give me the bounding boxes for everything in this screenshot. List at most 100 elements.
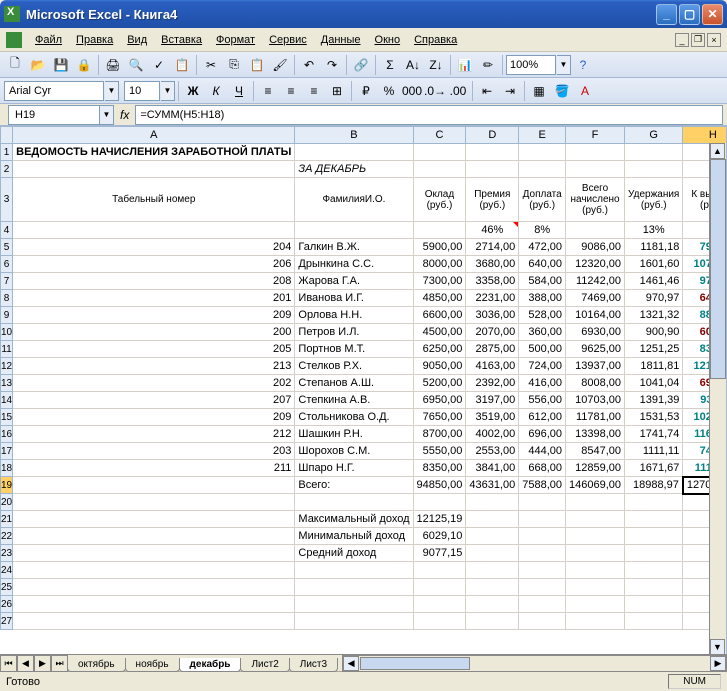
- cell[interactable]: [295, 562, 413, 579]
- cell[interactable]: [413, 613, 466, 630]
- header-cell[interactable]: H: [683, 127, 727, 144]
- cell[interactable]: [519, 545, 566, 562]
- cell[interactable]: [566, 494, 625, 511]
- cell[interactable]: 205: [13, 341, 295, 358]
- cell[interactable]: [566, 222, 625, 239]
- cell[interactable]: Средний доход: [295, 545, 413, 562]
- cell[interactable]: 4002,00: [466, 426, 519, 443]
- header-cell[interactable]: 11: [1, 341, 13, 358]
- cell[interactable]: 203: [13, 443, 295, 460]
- cell[interactable]: [566, 613, 625, 630]
- cell[interactable]: 1811,81: [625, 358, 683, 375]
- cell[interactable]: 388,00: [519, 290, 566, 307]
- cell[interactable]: 1251,25: [625, 341, 683, 358]
- font-name-combo[interactable]: Arial Cyr: [4, 81, 104, 101]
- cell[interactable]: [466, 161, 519, 178]
- cell[interactable]: 528,00: [519, 307, 566, 324]
- header-cell[interactable]: G: [625, 127, 683, 144]
- fill-color-button[interactable]: 🪣: [551, 80, 573, 102]
- cell[interactable]: 6029,10: [413, 528, 466, 545]
- header-cell[interactable]: 21: [1, 511, 13, 528]
- mdi-minimize[interactable]: _: [675, 33, 689, 47]
- currency-button[interactable]: ₽: [355, 80, 377, 102]
- cell[interactable]: 201: [13, 290, 295, 307]
- sort-desc-button[interactable]: Z↓: [425, 54, 447, 76]
- cell[interactable]: [466, 596, 519, 613]
- cell[interactable]: 360,00: [519, 324, 566, 341]
- cell[interactable]: [625, 144, 683, 161]
- cell[interactable]: 13937,00: [566, 358, 625, 375]
- fx-icon[interactable]: fx: [120, 108, 129, 122]
- hscroll-thumb[interactable]: [360, 657, 470, 670]
- cell[interactable]: 8700,00: [413, 426, 466, 443]
- cell[interactable]: Премия (руб.): [466, 178, 519, 222]
- scroll-left-button[interactable]: ◀: [343, 656, 359, 671]
- cell[interactable]: [625, 562, 683, 579]
- redo-button[interactable]: ↷: [321, 54, 343, 76]
- minimize-button[interactable]: _: [656, 4, 677, 25]
- format-painter-button[interactable]: 🖌: [269, 54, 291, 76]
- menu-format[interactable]: Формат: [209, 31, 262, 49]
- menu-view[interactable]: Вид: [120, 31, 154, 49]
- menu-insert[interactable]: Вставка: [154, 31, 209, 49]
- spell-button[interactable]: ✓: [148, 54, 170, 76]
- cell[interactable]: [413, 562, 466, 579]
- maximize-button[interactable]: ▢: [679, 4, 700, 25]
- cell[interactable]: 9050,00: [413, 358, 466, 375]
- cell[interactable]: [413, 596, 466, 613]
- cell[interactable]: 1391,39: [625, 392, 683, 409]
- cell[interactable]: 18988,97: [625, 477, 683, 494]
- menu-help[interactable]: Справка: [407, 31, 464, 49]
- cell[interactable]: 3519,00: [466, 409, 519, 426]
- header-cell[interactable]: 9: [1, 307, 13, 324]
- cell[interactable]: ФамилияИ.О.: [295, 178, 413, 222]
- cell[interactable]: 7300,00: [413, 273, 466, 290]
- cell[interactable]: 472,00: [519, 239, 566, 256]
- cell[interactable]: 1041,04: [625, 375, 683, 392]
- cell[interactable]: 8008,00: [566, 375, 625, 392]
- cell[interactable]: [519, 528, 566, 545]
- chart-button[interactable]: 📊: [454, 54, 476, 76]
- cell[interactable]: 8000,00: [413, 256, 466, 273]
- vertical-scrollbar[interactable]: ▲ ▼: [709, 143, 726, 654]
- underline-button[interactable]: Ч: [228, 80, 250, 102]
- cell[interactable]: 213: [13, 358, 295, 375]
- help-button[interactable]: ?: [572, 54, 594, 76]
- merge-cells-button[interactable]: ⊞: [326, 80, 348, 102]
- cell[interactable]: 5550,00: [413, 443, 466, 460]
- cell[interactable]: 612,00: [519, 409, 566, 426]
- header-cell[interactable]: 8: [1, 290, 13, 307]
- document-icon[interactable]: [6, 32, 22, 48]
- cell[interactable]: [13, 477, 295, 494]
- header-cell[interactable]: 6: [1, 256, 13, 273]
- cell[interactable]: Орлова Н.Н.: [295, 307, 413, 324]
- increase-decimal-button[interactable]: .0→: [424, 80, 446, 102]
- cell[interactable]: 1741,74: [625, 426, 683, 443]
- cell[interactable]: 6600,00: [413, 307, 466, 324]
- cell[interactable]: 1181,18: [625, 239, 683, 256]
- cell[interactable]: [295, 222, 413, 239]
- align-left-button[interactable]: ≡: [257, 80, 279, 102]
- cell[interactable]: [625, 511, 683, 528]
- cell[interactable]: 12859,00: [566, 460, 625, 477]
- cell[interactable]: Всего:: [295, 477, 413, 494]
- cell[interactable]: Шорохов С.М.: [295, 443, 413, 460]
- cell[interactable]: [625, 596, 683, 613]
- horizontal-scrollbar[interactable]: ◀ ▶: [342, 655, 727, 672]
- cell[interactable]: 724,00: [519, 358, 566, 375]
- cell[interactable]: 1111,11: [625, 443, 683, 460]
- scroll-right-button[interactable]: ▶: [710, 656, 726, 671]
- cell[interactable]: 1601,60: [625, 256, 683, 273]
- cell[interactable]: 1671,67: [625, 460, 683, 477]
- cell[interactable]: 212: [13, 426, 295, 443]
- cell[interactable]: Стелков Р.Х.: [295, 358, 413, 375]
- name-box[interactable]: H19: [8, 105, 100, 125]
- comma-button[interactable]: 000: [401, 80, 423, 102]
- decrease-indent-button[interactable]: ⇤: [476, 80, 498, 102]
- permissions-button[interactable]: 🔒: [73, 54, 95, 76]
- cell[interactable]: Шашкин Р.Н.: [295, 426, 413, 443]
- cell[interactable]: [13, 528, 295, 545]
- font-size-combo[interactable]: 10: [124, 81, 160, 101]
- menu-tools[interactable]: Сервис: [262, 31, 314, 49]
- cell[interactable]: [625, 613, 683, 630]
